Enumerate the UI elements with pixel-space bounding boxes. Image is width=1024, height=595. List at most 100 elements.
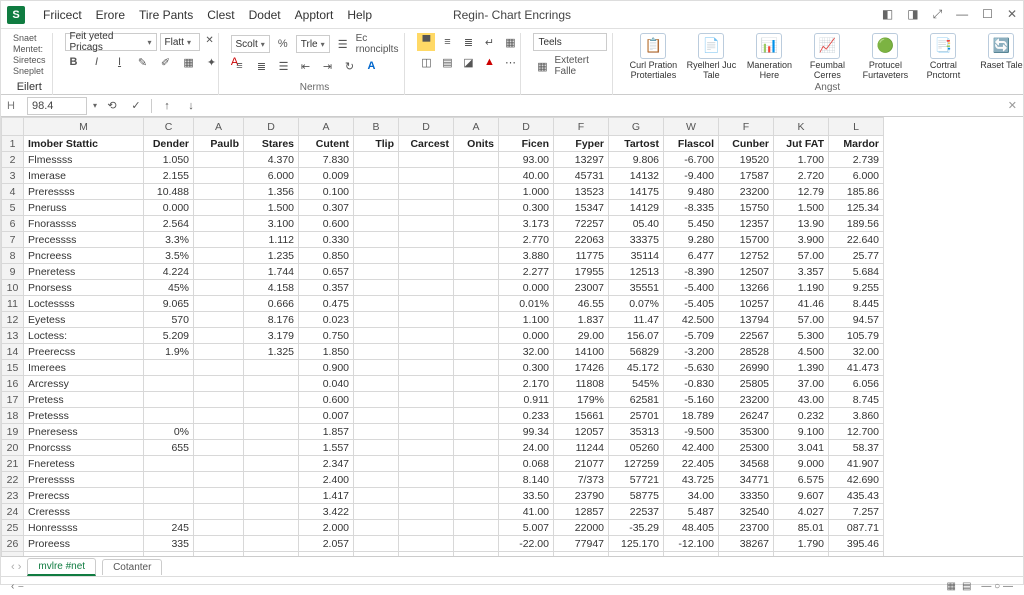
cell[interactable]: 5.007 xyxy=(499,520,554,536)
cell[interactable]: 2.770 xyxy=(499,232,554,248)
cell[interactable] xyxy=(194,456,244,472)
cell[interactable]: Prerecss xyxy=(24,488,144,504)
name-box-dropdown-icon[interactable]: ▾ xyxy=(93,101,97,110)
outdent-icon[interactable]: ⇤ xyxy=(297,57,315,75)
header-cell[interactable]: Stares xyxy=(244,136,299,152)
cell[interactable]: 13266 xyxy=(719,280,774,296)
cell[interactable]: 14100 xyxy=(554,344,609,360)
cell[interactable] xyxy=(244,520,299,536)
cell[interactable]: 57721 xyxy=(609,472,664,488)
header-cell[interactable]: Cunber xyxy=(719,136,774,152)
bold-icon[interactable]: B xyxy=(65,53,83,71)
cell[interactable] xyxy=(399,472,454,488)
cell[interactable] xyxy=(354,296,399,312)
cell[interactable] xyxy=(454,344,499,360)
cell[interactable]: 14132 xyxy=(609,168,664,184)
cell[interactable]: 10.488 xyxy=(144,184,194,200)
cell[interactable] xyxy=(194,264,244,280)
window-control-icon[interactable]: ⤢ xyxy=(933,7,943,22)
cell[interactable] xyxy=(244,504,299,520)
cell[interactable]: -5.400 xyxy=(664,280,719,296)
cell[interactable]: Preerecss xyxy=(24,344,144,360)
cell[interactable]: 35551 xyxy=(609,280,664,296)
cell[interactable] xyxy=(354,472,399,488)
row-header[interactable]: 24 xyxy=(2,504,24,520)
row-header[interactable]: 10 xyxy=(2,280,24,296)
cell[interactable] xyxy=(244,408,299,424)
cell[interactable]: 34568 xyxy=(719,456,774,472)
cell[interactable]: 1.557 xyxy=(299,440,354,456)
cell[interactable] xyxy=(194,216,244,232)
cell[interactable] xyxy=(454,392,499,408)
cell[interactable]: 14129 xyxy=(609,200,664,216)
cell[interactable] xyxy=(244,376,299,392)
ribbon-file-line[interactable]: Snaet xyxy=(13,33,37,43)
header-cell[interactable]: Imober Stattic xyxy=(24,136,144,152)
cell[interactable] xyxy=(454,488,499,504)
cell[interactable]: 42.690 xyxy=(829,472,884,488)
row-header[interactable]: 26 xyxy=(2,536,24,552)
cellfmt-icon-1[interactable]: ◫ xyxy=(417,53,435,71)
cell[interactable]: 2.000 xyxy=(299,520,354,536)
cell[interactable] xyxy=(399,152,454,168)
cell[interactable]: 4.027 xyxy=(774,504,829,520)
column-header[interactable]: D xyxy=(244,118,299,136)
cell[interactable] xyxy=(399,184,454,200)
cell[interactable]: 42.500 xyxy=(664,312,719,328)
indent-icon[interactable]: ⇥ xyxy=(319,57,337,75)
cell[interactable]: 58775 xyxy=(609,488,664,504)
cell[interactable] xyxy=(244,488,299,504)
cell[interactable] xyxy=(194,360,244,376)
column-header[interactable]: D xyxy=(499,118,554,136)
cell[interactable] xyxy=(354,536,399,552)
underline-icon[interactable]: I xyxy=(111,53,129,71)
cell[interactable] xyxy=(194,312,244,328)
cell[interactable]: 0.023 xyxy=(299,312,354,328)
cell[interactable]: 8.445 xyxy=(829,296,884,312)
cell[interactable] xyxy=(354,344,399,360)
cell[interactable]: 7/373 xyxy=(554,472,609,488)
cell[interactable] xyxy=(194,472,244,488)
cell[interactable]: Honressss xyxy=(24,520,144,536)
column-header[interactable]: C xyxy=(144,118,194,136)
row-header[interactable]: 18 xyxy=(2,408,24,424)
cell[interactable] xyxy=(399,200,454,216)
sheet-tab-2[interactable]: Cotanter xyxy=(102,559,162,575)
cell[interactable]: -22.00 xyxy=(499,536,554,552)
cell[interactable]: -5.160 xyxy=(664,392,719,408)
cell[interactable]: Precessss xyxy=(24,232,144,248)
status-left-icon[interactable]: ‹ xyxy=(11,581,14,592)
cell[interactable]: 32.00 xyxy=(829,344,884,360)
cell[interactable]: 25.77 xyxy=(829,248,884,264)
cell[interactable]: Flmessss xyxy=(24,152,144,168)
row-header[interactable]: 16 xyxy=(2,376,24,392)
column-header[interactable]: B xyxy=(354,118,399,136)
cell[interactable]: 0.07% xyxy=(609,296,664,312)
cell[interactable]: 12752 xyxy=(719,248,774,264)
cell[interactable]: 6.000 xyxy=(244,168,299,184)
column-header[interactable]: A xyxy=(194,118,244,136)
column-header[interactable]: A xyxy=(454,118,499,136)
cell[interactable]: 19520 xyxy=(719,152,774,168)
cell[interactable] xyxy=(399,296,454,312)
ribbon-bigbtn[interactable]: 🔄Raset Tale xyxy=(973,33,1024,71)
cell[interactable]: 13.90 xyxy=(774,216,829,232)
cell[interactable]: 11.47 xyxy=(609,312,664,328)
cell[interactable]: 2.057 xyxy=(299,536,354,552)
cell[interactable]: 0.232 xyxy=(774,408,829,424)
cell[interactable]: -5.405 xyxy=(664,296,719,312)
cell[interactable]: 13297 xyxy=(554,152,609,168)
fx-cancel-icon[interactable]: ⟲ xyxy=(103,97,121,115)
cell[interactable] xyxy=(399,536,454,552)
cell[interactable]: 4.500 xyxy=(774,344,829,360)
cell[interactable]: 38267 xyxy=(719,536,774,552)
cell[interactable]: 11775 xyxy=(554,248,609,264)
cell[interactable]: 0.300 xyxy=(499,200,554,216)
cell[interactable]: 1.100 xyxy=(499,312,554,328)
window-control-icon[interactable]: ◧ xyxy=(882,7,893,22)
cell[interactable]: 0.233 xyxy=(499,408,554,424)
cell[interactable]: 26990 xyxy=(719,360,774,376)
cell[interactable]: 1.700 xyxy=(774,152,829,168)
menu-clest[interactable]: Clest xyxy=(207,8,234,22)
row-header[interactable]: 14 xyxy=(2,344,24,360)
